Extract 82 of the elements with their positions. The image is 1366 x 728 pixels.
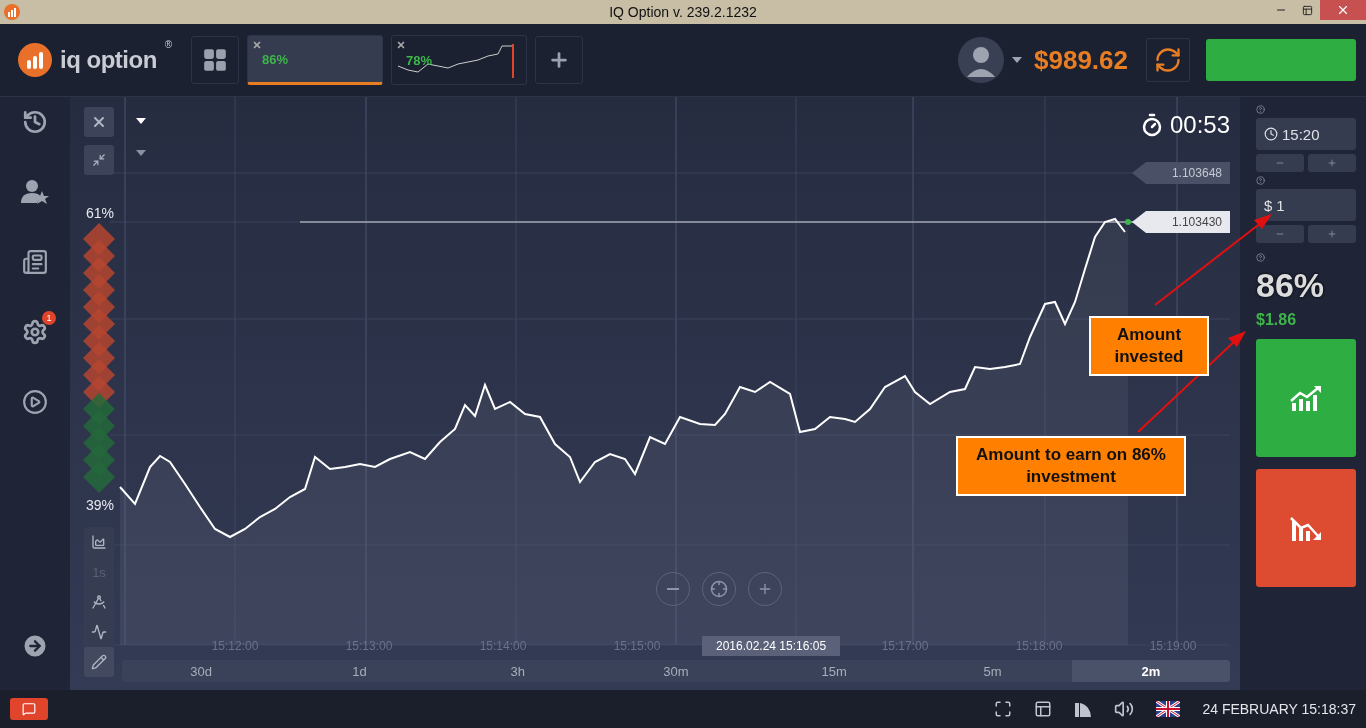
compress-icon xyxy=(92,153,106,167)
period-tab[interactable]: 5m xyxy=(913,660,1072,682)
amount-field[interactable]: $ 1 xyxy=(1256,189,1356,221)
clock-icon xyxy=(1264,127,1278,141)
asset-tab[interactable]: 78% xyxy=(391,35,527,85)
help-icon[interactable] xyxy=(1256,176,1265,185)
history-icon[interactable] xyxy=(22,109,48,135)
minimize-chart-button[interactable] xyxy=(84,145,114,175)
period-tab[interactable]: 30d xyxy=(122,660,281,682)
caret-icon[interactable] xyxy=(1012,57,1022,63)
call-button[interactable] xyxy=(1256,339,1356,457)
put-button[interactable] xyxy=(1256,469,1356,587)
time-axis-label: 15:18:00 xyxy=(1014,639,1064,653)
arrow-right-icon[interactable] xyxy=(21,632,49,660)
countdown-timer: 00:53 xyxy=(1169,111,1230,139)
time-axis-label: 15:14:00 xyxy=(478,639,528,653)
close-icon xyxy=(91,114,107,130)
plus-icon xyxy=(1327,229,1337,239)
pencil-icon[interactable] xyxy=(84,647,114,677)
close-icon[interactable] xyxy=(252,40,262,50)
currency-exchange-button[interactable] xyxy=(1146,38,1190,82)
plus-icon xyxy=(1327,158,1337,168)
price-label: 1.103648 xyxy=(1132,162,1230,184)
sentiment-percent: 39% xyxy=(86,497,115,513)
fan-icon[interactable] xyxy=(1074,700,1093,718)
period-tab[interactable]: 1d xyxy=(280,660,439,682)
crosshair-icon xyxy=(710,580,728,598)
chat-icon xyxy=(22,702,36,716)
exchange-icon xyxy=(1154,46,1182,74)
plus-icon xyxy=(757,581,773,597)
sentiment-percent: 61% xyxy=(86,205,115,221)
time-axis-label: 15:17:00 xyxy=(880,639,930,653)
news-icon[interactable] xyxy=(22,249,48,275)
status-datetime: 24 FEBRUARY 15:18:37 xyxy=(1202,701,1356,717)
balance-amount: $989.62 xyxy=(1034,44,1128,76)
chart-up-icon xyxy=(1290,385,1322,411)
uk-flag-icon[interactable] xyxy=(1156,701,1181,717)
profit-percent: 86% xyxy=(262,51,289,67)
logo-text: iq option xyxy=(60,46,157,74)
close-icon[interactable] xyxy=(396,40,406,50)
period-tab[interactable]: 30m xyxy=(596,660,756,682)
settings-icon[interactable] xyxy=(22,319,48,345)
app-icon xyxy=(4,4,20,20)
profit-percent: 78% xyxy=(406,52,433,68)
asset-tab[interactable]: 86% xyxy=(247,35,383,85)
time-axis-label: 15:19:00 xyxy=(1148,639,1198,653)
restore-icon xyxy=(1301,4,1313,16)
period-tab[interactable]: 3h xyxy=(438,660,597,682)
window-title: IQ Option v. 239.2.1232 xyxy=(609,4,757,20)
fullscreen-icon[interactable] xyxy=(994,700,1013,718)
grid-button[interactable] xyxy=(191,36,239,84)
avatar-icon[interactable] xyxy=(958,37,1004,83)
add-button[interactable] xyxy=(535,36,583,84)
close-chart-button[interactable] xyxy=(84,107,114,137)
user-star-icon[interactable] xyxy=(21,179,49,205)
annotation-callout: Amount to earn on 86% investment xyxy=(956,436,1186,496)
notification-badge: 1 xyxy=(42,311,56,325)
grid-icon xyxy=(202,47,228,73)
chart-down-icon xyxy=(1290,515,1322,541)
play-icon[interactable] xyxy=(22,389,48,415)
expiry-time-field[interactable]: 15:20 xyxy=(1256,118,1356,150)
help-icon[interactable] xyxy=(1256,105,1265,114)
caret-icon[interactable] xyxy=(136,118,146,124)
logo-icon xyxy=(18,43,52,77)
period-tab[interactable]: 15m xyxy=(755,660,914,682)
layout-icon[interactable] xyxy=(1034,700,1053,718)
annotation-callout: Amount invested xyxy=(1089,316,1209,376)
volume-icon[interactable] xyxy=(1114,699,1135,719)
profit-percent: 86% xyxy=(1256,266,1326,305)
time-axis-label: 15:12:00 xyxy=(210,639,260,653)
time-axis-label: 15:15:00 xyxy=(612,639,662,653)
chat-button[interactable] xyxy=(10,698,48,720)
crosshair-time-label: 2016.02.24 15:16:05 xyxy=(701,636,841,656)
plus-icon xyxy=(548,49,570,71)
help-icon[interactable] xyxy=(1256,253,1265,262)
time-axis-label: 15:13:00 xyxy=(344,639,394,653)
registered-mark: ® xyxy=(164,39,173,50)
price-label: 1.103430 xyxy=(1132,211,1230,233)
payout-amount: $1.86 xyxy=(1256,311,1298,329)
minus-icon xyxy=(667,588,679,590)
close-icon xyxy=(1336,3,1350,17)
period-tab[interactable]: 2m xyxy=(1071,660,1230,682)
